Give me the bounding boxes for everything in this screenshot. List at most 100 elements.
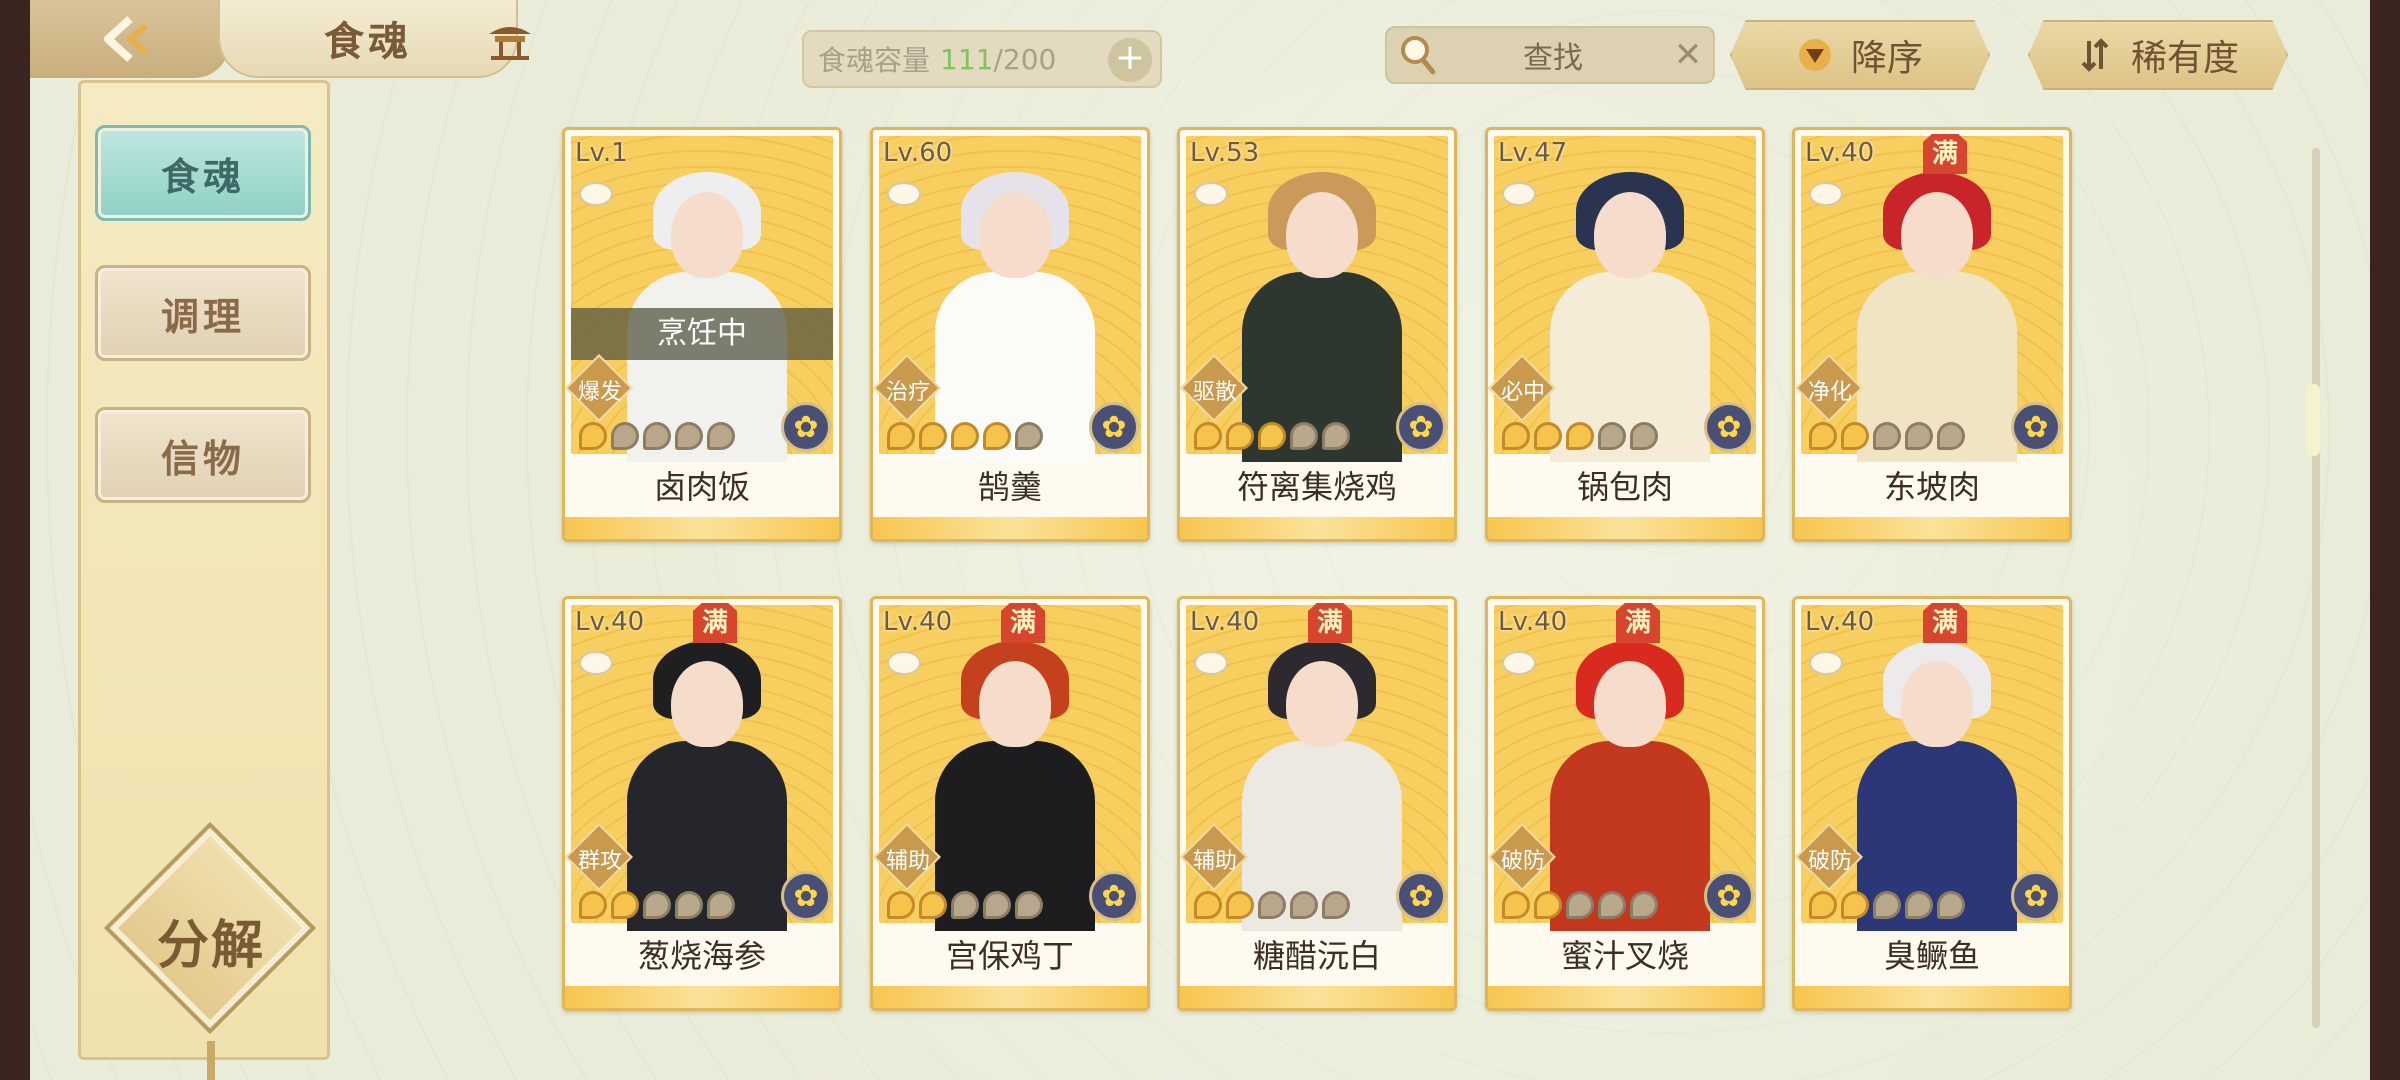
star-icon: [1841, 422, 1869, 450]
star-icon: [611, 422, 639, 450]
character-portrait: [1847, 641, 2027, 931]
character-face: [1594, 192, 1666, 278]
flower-icon: ✿: [2011, 871, 2061, 921]
tab-seasoning[interactable]: 调理: [95, 265, 311, 361]
role-badge: 爆发: [565, 354, 633, 422]
dismantle-button[interactable]: 分解: [121, 903, 301, 978]
triangle-down-icon: [1798, 39, 1831, 71]
role-badge: 驱散: [1180, 354, 1248, 422]
back-arrow-icon: [104, 16, 148, 62]
role-label: 驱散: [1192, 380, 1237, 405]
flower-icon: ✿: [1089, 871, 1139, 921]
star-icon: [1534, 891, 1562, 919]
search-field[interactable]: 查找 ✕: [1385, 26, 1715, 84]
cooking-status: 烹饪中: [571, 308, 833, 360]
capacity-total: /200: [993, 42, 1057, 76]
lock-icon[interactable]: [1194, 182, 1228, 206]
sort-key-button[interactable]: 稀有度: [2028, 20, 2288, 90]
card-level: Lv.47: [1498, 138, 1568, 168]
character-face: [979, 661, 1051, 747]
food-soul-card[interactable]: Lv.40 满群攻 ✿ 葱烧海参: [562, 596, 842, 1011]
character-portrait: [1847, 172, 2027, 462]
lock-icon[interactable]: [579, 651, 613, 675]
star-icon: [1226, 891, 1254, 919]
role-badge: 净化: [1795, 354, 1863, 422]
lock-icon[interactable]: [887, 651, 921, 675]
flower-icon: ✿: [1396, 871, 1446, 921]
card-name: 臭鳜鱼: [1883, 937, 1980, 975]
food-soul-card[interactable]: Lv.40 满净化 ✿ 东坡肉: [1792, 127, 2072, 542]
card-level: Lv.60: [883, 138, 953, 168]
star-icon: [1809, 891, 1837, 919]
game-screen: 食魂 食魂容量 111 /200 + 查找 ✕ 降序 稀有度 食魂 调理 信物 …: [30, 0, 2370, 1080]
role-label: 破防: [1807, 849, 1852, 874]
star-icon: [1809, 422, 1837, 450]
lock-icon[interactable]: [887, 182, 921, 206]
role-label: 治疗: [885, 380, 930, 405]
star-icon: [707, 422, 735, 450]
character-portrait: [617, 641, 797, 931]
back-button[interactable]: [30, 0, 230, 78]
star-icon: [1015, 422, 1043, 450]
lock-icon[interactable]: [1809, 651, 1843, 675]
lock-icon[interactable]: [579, 182, 613, 206]
max-badge: 满: [1923, 603, 1967, 643]
food-soul-card[interactable]: Lv.40 满辅助 ✿ 宫保鸡丁: [870, 596, 1150, 1011]
scrollbar-thumb[interactable]: [2306, 384, 2320, 456]
sort-order-button[interactable]: 降序: [1730, 20, 1990, 90]
star-icon: [579, 422, 607, 450]
star-icon: [887, 422, 915, 450]
role-badge: 辅助: [873, 823, 941, 891]
star-icon: [1566, 422, 1594, 450]
home-button[interactable]: [470, 10, 550, 70]
food-soul-card[interactable]: Lv.53 驱散 ✿ 符离集烧鸡: [1177, 127, 1457, 542]
star-rating: [887, 422, 1043, 452]
card-footer-stripe: [565, 517, 839, 539]
card-footer-stripe: [873, 517, 1147, 539]
food-soul-card[interactable]: Lv.1 烹饪中 爆发 ✿ 卤肉饭: [562, 127, 842, 542]
card-level: Lv.40: [883, 607, 953, 637]
card-footer-stripe: [1795, 517, 2069, 539]
star-icon: [1258, 891, 1286, 919]
character-portrait: [1540, 641, 1720, 931]
flower-icon: ✿: [781, 871, 831, 921]
food-soul-card[interactable]: Lv.40 满破防 ✿ 蜜汁叉烧: [1485, 596, 1765, 1011]
role-label: 必中: [1500, 380, 1545, 405]
lock-icon[interactable]: [1809, 182, 1843, 206]
lock-icon[interactable]: [1502, 651, 1536, 675]
lock-icon[interactable]: [1502, 182, 1536, 206]
star-icon: [1322, 422, 1350, 450]
card-name: 葱烧海参: [637, 937, 766, 975]
star-icon: [951, 422, 979, 450]
card-name: 糖醋沅白: [1252, 937, 1381, 975]
search-clear-button[interactable]: ✕: [1663, 35, 1713, 75]
star-icon: [983, 891, 1011, 919]
character-face: [1286, 192, 1358, 278]
star-icon: [1015, 891, 1043, 919]
scrollbar-track[interactable]: [2312, 148, 2320, 1028]
card-footer-stripe: [873, 986, 1147, 1008]
star-icon: [1630, 422, 1658, 450]
lock-icon[interactable]: [1194, 651, 1228, 675]
food-soul-card[interactable]: Lv.40 满辅助 ✿ 糖醋沅白: [1177, 596, 1457, 1011]
star-icon: [1630, 891, 1658, 919]
card-footer-stripe: [1488, 517, 1762, 539]
star-rating: [579, 422, 735, 452]
role-badge: 治疗: [873, 354, 941, 422]
star-icon: [1226, 422, 1254, 450]
tab-food-souls[interactable]: 食魂: [95, 125, 311, 221]
capacity-add-button[interactable]: +: [1108, 38, 1152, 82]
star-icon: [1937, 891, 1965, 919]
star-icon: [1873, 422, 1901, 450]
star-icon: [919, 422, 947, 450]
card-name: 符离集烧鸡: [1236, 468, 1397, 506]
card-name: 蜜汁叉烧: [1560, 937, 1689, 975]
character-face: [1286, 661, 1358, 747]
card-name: 东坡肉: [1883, 468, 1980, 506]
food-soul-card[interactable]: Lv.40 满破防 ✿ 臭鳜鱼: [1792, 596, 2072, 1011]
food-soul-card[interactable]: Lv.60 治疗 ✿ 鹄羹: [870, 127, 1150, 542]
character-face: [1901, 661, 1973, 747]
food-soul-card[interactable]: Lv.47 必中 ✿ 锅包肉: [1485, 127, 1765, 542]
role-badge: 群攻: [565, 823, 633, 891]
tab-keepsake[interactable]: 信物: [95, 407, 311, 503]
